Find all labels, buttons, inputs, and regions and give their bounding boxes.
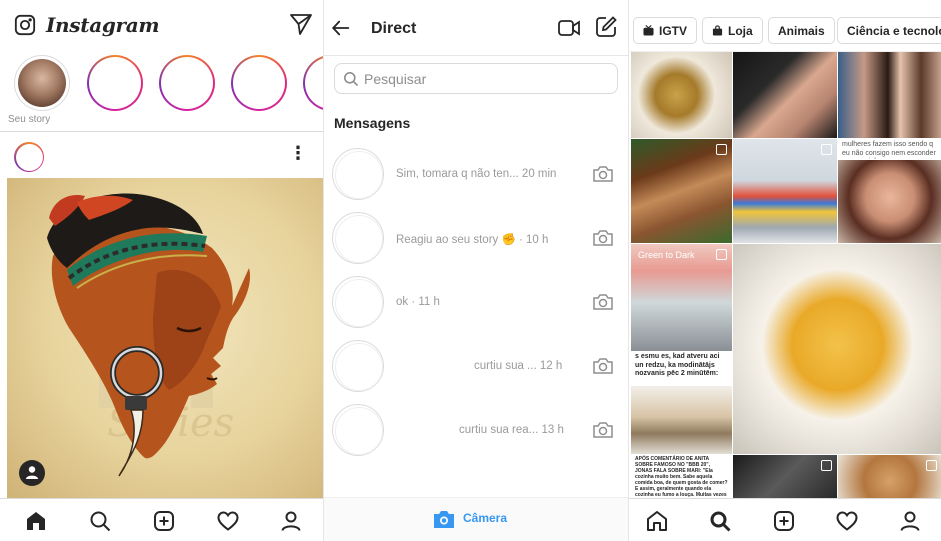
camera-reply-icon[interactable] bbox=[592, 228, 614, 248]
topic-chip-label: Ciência e tecnologia bbox=[847, 23, 941, 38]
topic-chip-label: IGTV bbox=[659, 23, 688, 38]
topic-chip-animais[interactable]: Animais bbox=[768, 17, 835, 44]
post-options-icon[interactable]: ⋮ bbox=[289, 144, 307, 162]
camera-reply-icon[interactable] bbox=[592, 420, 614, 440]
explore-tile[interactable]: Green to Dark bbox=[631, 244, 732, 351]
explore-topics: IGTV Loja Animais Ciência e tecnologia bbox=[629, 0, 941, 52]
new-post-icon[interactable] bbox=[152, 509, 176, 533]
search-icon[interactable] bbox=[88, 509, 112, 533]
video-call-icon[interactable] bbox=[557, 17, 581, 39]
story-avatar[interactable] bbox=[231, 55, 287, 111]
thread-preview: curtiu sua rea... 13 h bbox=[459, 424, 564, 436]
home-icon[interactable] bbox=[24, 509, 48, 533]
feed-screen: Instagram Seu story ⋮ Series bbox=[0, 0, 323, 541]
bottom-nav bbox=[629, 498, 941, 541]
explore-tile-large[interactable] bbox=[733, 244, 941, 454]
explore-screen: IGTV Loja Animais Ciência e tecnologia m… bbox=[628, 0, 941, 541]
post-image[interactable]: Series bbox=[7, 178, 323, 498]
explore-tile-caption[interactable]: s esmu es, kad atveru aci un redzu, ka m… bbox=[631, 352, 732, 385]
tile-caption: s esmu es, kad atveru aci un redzu, ka m… bbox=[635, 353, 720, 377]
topic-chip-igtv[interactable]: IGTV bbox=[633, 17, 698, 44]
feed-header: Instagram bbox=[0, 0, 323, 50]
thread-avatar[interactable] bbox=[332, 340, 384, 392]
carousel-icon bbox=[821, 460, 832, 471]
explore-tile[interactable] bbox=[838, 52, 941, 138]
activity-heart-icon[interactable] bbox=[835, 509, 859, 533]
bottom-nav bbox=[0, 498, 323, 541]
tile-caption: APÓS COMENTÁRIO DE ANITA SOBRE FAMOSO NO… bbox=[635, 456, 728, 498]
post-header: ⋮ bbox=[0, 136, 323, 178]
carousel-icon bbox=[821, 144, 832, 155]
direct-title: Direct bbox=[371, 20, 417, 37]
thread-avatar[interactable] bbox=[332, 148, 384, 200]
message-thread[interactable]: Sim, tomara q não ten... 20 min bbox=[324, 148, 628, 210]
camera-label: Câmera bbox=[463, 511, 508, 525]
thread-avatar[interactable] bbox=[332, 404, 384, 456]
africa-art-illustration: Series bbox=[47, 193, 251, 477]
story-avatar[interactable] bbox=[87, 55, 143, 111]
direct-header: Direct bbox=[324, 0, 628, 56]
new-message-icon[interactable] bbox=[594, 15, 618, 39]
search-box[interactable] bbox=[334, 63, 618, 94]
back-arrow-icon[interactable] bbox=[330, 17, 352, 39]
stories-tray: Seu story bbox=[0, 50, 323, 132]
thread-avatar[interactable] bbox=[332, 276, 384, 328]
explore-tile-caption[interactable]: APÓS COMENTÁRIO DE ANITA SOBRE FAMOSO NO… bbox=[631, 455, 732, 498]
direct-screen: Direct Mensagens Sim, tomara q não ten..… bbox=[323, 0, 628, 541]
message-thread[interactable]: ok · 11 h bbox=[324, 276, 628, 338]
search-filled-icon[interactable] bbox=[708, 509, 732, 533]
story-self-label: Seu story bbox=[8, 114, 51, 125]
thread-preview: Sim, tomara q não ten... 20 min bbox=[396, 168, 557, 180]
carousel-icon bbox=[716, 249, 727, 260]
tile-caption: mulheres fazem isso sendo q eu não consi… bbox=[842, 141, 936, 159]
thread-avatar[interactable] bbox=[332, 212, 384, 264]
post-author-avatar[interactable] bbox=[14, 142, 44, 172]
camera-button[interactable]: Câmera bbox=[324, 497, 628, 541]
explore-tile[interactable] bbox=[733, 455, 837, 498]
activity-heart-icon[interactable] bbox=[216, 509, 240, 533]
bag-icon bbox=[712, 25, 723, 36]
thread-preview: Reagiu ao seu story ✊ · 10 h bbox=[396, 234, 549, 246]
message-thread[interactable]: Reagiu ao seu story ✊ · 10 h bbox=[324, 212, 628, 274]
explore-tile[interactable] bbox=[733, 52, 837, 138]
explore-tile[interactable] bbox=[733, 139, 837, 243]
home-outline-icon[interactable] bbox=[645, 509, 669, 533]
direct-send-icon[interactable] bbox=[289, 12, 313, 36]
topic-chip-loja[interactable]: Loja bbox=[702, 17, 763, 44]
story-avatar[interactable] bbox=[159, 55, 215, 111]
carousel-icon bbox=[926, 460, 937, 471]
explore-grid: mulheres fazem isso sendo q eu não consi… bbox=[629, 52, 941, 498]
tile-tag: Green to Dark bbox=[638, 250, 695, 260]
story-self-avatar[interactable] bbox=[14, 55, 70, 111]
camera-reply-icon[interactable] bbox=[592, 292, 614, 312]
profile-icon[interactable] bbox=[898, 509, 922, 533]
topic-chip-label: Loja bbox=[728, 23, 753, 38]
new-post-icon[interactable] bbox=[772, 509, 796, 533]
instagram-logo: Instagram bbox=[46, 13, 160, 37]
camera-icon[interactable] bbox=[14, 14, 36, 36]
story-avatar[interactable] bbox=[303, 55, 323, 111]
message-thread[interactable]: curtiu sua ... 12 h bbox=[324, 340, 628, 402]
explore-tile[interactable] bbox=[838, 455, 941, 498]
topic-chip-ciencia[interactable]: Ciência e tecnologia bbox=[837, 17, 941, 44]
profile-icon[interactable] bbox=[279, 509, 303, 533]
explore-tile[interactable] bbox=[631, 52, 732, 138]
explore-tile-caption[interactable]: mulheres fazem isso sendo q eu não consi… bbox=[838, 139, 941, 159]
camera-icon bbox=[434, 511, 454, 528]
thread-preview: curtiu sua ... 12 h bbox=[474, 360, 563, 372]
camera-reply-icon[interactable] bbox=[592, 164, 614, 184]
search-icon bbox=[344, 72, 359, 87]
camera-reply-icon[interactable] bbox=[592, 356, 614, 376]
explore-tile[interactable] bbox=[631, 386, 732, 454]
tagged-people-icon[interactable] bbox=[19, 460, 45, 486]
explore-tile[interactable] bbox=[631, 139, 732, 243]
message-thread[interactable]: curtiu sua rea... 13 h bbox=[324, 404, 628, 466]
tv-icon bbox=[643, 25, 654, 36]
topic-chip-label: Animais bbox=[778, 23, 825, 38]
explore-tile[interactable] bbox=[838, 160, 941, 243]
thread-preview: ok · 11 h bbox=[396, 296, 440, 308]
messages-section-title: Mensagens bbox=[334, 115, 411, 131]
search-input[interactable] bbox=[364, 68, 604, 90]
carousel-icon bbox=[716, 144, 727, 155]
